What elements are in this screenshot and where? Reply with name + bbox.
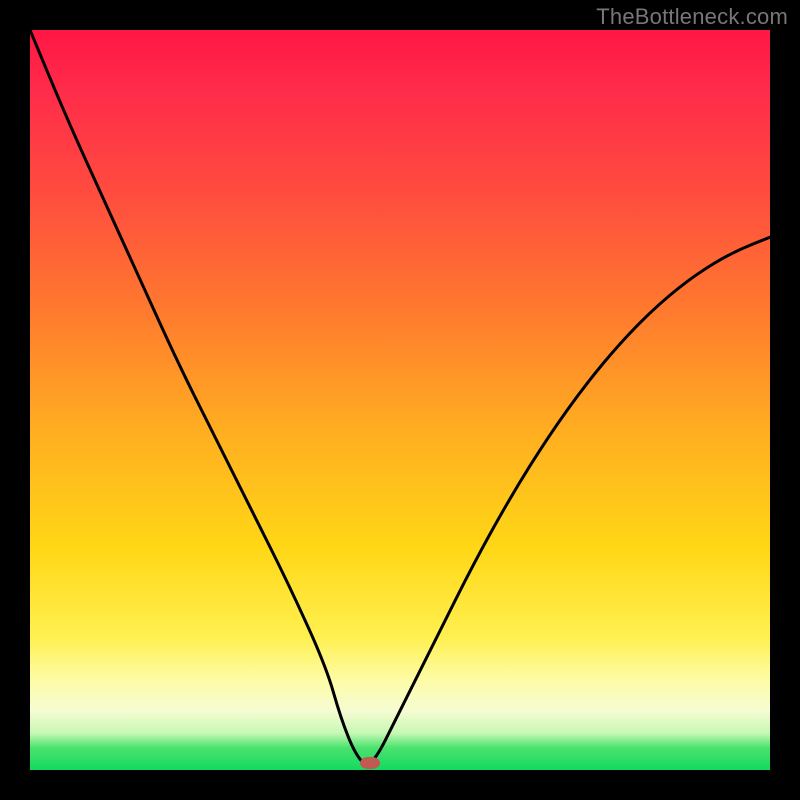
minimum-marker (360, 757, 380, 769)
bottleneck-curve (30, 30, 770, 770)
watermark-text: TheBottleneck.com (596, 4, 788, 30)
curve-path (30, 30, 770, 764)
chart-frame: TheBottleneck.com (0, 0, 800, 800)
plot-area (30, 30, 770, 770)
